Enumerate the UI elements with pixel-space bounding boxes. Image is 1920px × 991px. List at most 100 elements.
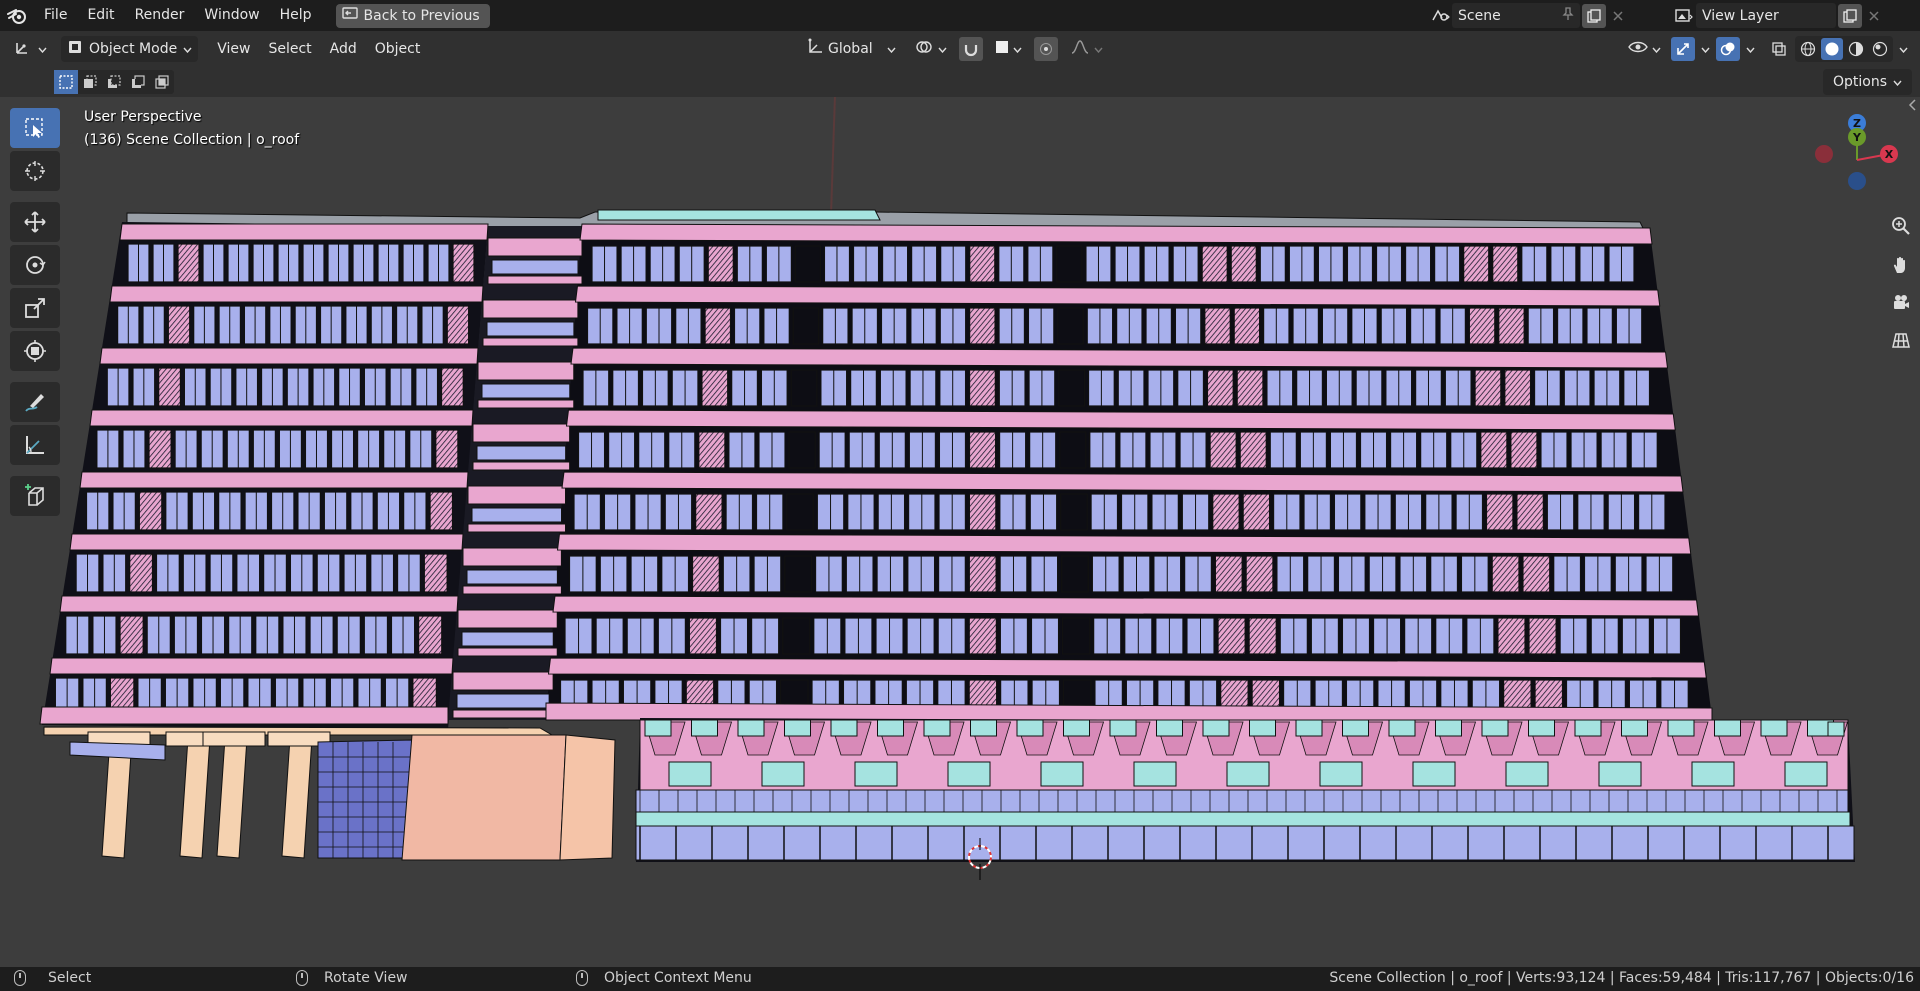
entrance-side bbox=[559, 734, 616, 861]
rendered-shading-icon[interactable] bbox=[1869, 38, 1891, 60]
chevron-down-icon bbox=[1094, 41, 1103, 57]
right-mouse-icon bbox=[576, 970, 588, 986]
status-rotate: Rotate View bbox=[296, 970, 408, 986]
select-intersect-icon[interactable] bbox=[150, 70, 174, 94]
tool-settings-bar: Options bbox=[0, 67, 1920, 97]
pin-icon[interactable] bbox=[1562, 6, 1574, 25]
select-extend-icon[interactable] bbox=[78, 70, 102, 94]
back-screen-icon bbox=[341, 6, 358, 25]
podium-group bbox=[635, 719, 1855, 861]
back-to-previous-button[interactable]: Back to Previous bbox=[335, 3, 490, 28]
shading-mode-group bbox=[1795, 36, 1893, 62]
menu-window[interactable]: Window bbox=[194, 0, 269, 31]
wireframe-shading-icon[interactable] bbox=[1797, 38, 1819, 60]
editor-type-dropdown[interactable] bbox=[8, 36, 53, 62]
snap-increment-icon bbox=[995, 40, 1009, 58]
rotate-tool-icon[interactable] bbox=[10, 245, 60, 285]
camera-view-icon[interactable] bbox=[1886, 288, 1916, 318]
status-select: Select bbox=[14, 970, 91, 986]
scale-tool-icon[interactable] bbox=[10, 288, 60, 328]
menu-file[interactable]: File bbox=[34, 0, 77, 31]
shading-dropdown[interactable] bbox=[1897, 36, 1910, 62]
new-view-layer-icon[interactable] bbox=[1838, 3, 1862, 28]
navigation-gizmo[interactable]: Z Y X bbox=[1810, 109, 1920, 209]
middle-mouse-icon bbox=[296, 970, 308, 986]
object-mode-label: Object Mode bbox=[89, 41, 178, 57]
blender-logo-icon[interactable] bbox=[0, 0, 34, 31]
select-subtract-icon[interactable] bbox=[102, 70, 126, 94]
delete-scene-icon[interactable] bbox=[1606, 4, 1630, 28]
3d-viewport[interactable]: User Perspective (136) Scene Collection … bbox=[0, 97, 1920, 967]
menu-help[interactable]: Help bbox=[270, 0, 322, 31]
scene-name-field[interactable]: Scene bbox=[1452, 3, 1580, 28]
left-toolbar bbox=[10, 108, 62, 519]
scene-selector: Scene bbox=[1428, 3, 1630, 28]
menu-render[interactable]: Render bbox=[125, 0, 195, 31]
gizmo-dropdown[interactable] bbox=[1699, 36, 1712, 62]
new-scene-icon[interactable] bbox=[1582, 3, 1606, 28]
snap-target-dropdown[interactable] bbox=[989, 36, 1028, 62]
sidebar-toggle-icon[interactable] bbox=[1908, 99, 1918, 115]
svg-text:Z: Z bbox=[1853, 117, 1861, 130]
orientation-icon bbox=[806, 38, 824, 60]
perspective-label: User Perspective bbox=[84, 109, 202, 125]
menu-view[interactable]: View bbox=[208, 41, 259, 57]
neg-z-axis-icon bbox=[1848, 172, 1866, 190]
snap-magnet-icon[interactable] bbox=[958, 37, 983, 61]
svg-text:Y: Y bbox=[1852, 131, 1862, 144]
neg-x-axis-icon bbox=[1815, 145, 1833, 163]
scene-data-icon[interactable] bbox=[1428, 4, 1452, 28]
status-bar: Select Rotate View Object Context Menu S… bbox=[0, 967, 1920, 991]
view-layer-icon[interactable] bbox=[1672, 4, 1696, 28]
solid-shading-icon[interactable] bbox=[1821, 38, 1843, 60]
roof-teal-strip bbox=[597, 209, 881, 221]
proportional-falloff-dropdown[interactable] bbox=[1064, 36, 1109, 62]
svg-text:X: X bbox=[1885, 148, 1894, 161]
chevron-down-icon bbox=[1893, 74, 1902, 90]
scene-name: Scene bbox=[1458, 7, 1501, 24]
options-dropdown[interactable]: Options bbox=[1822, 69, 1912, 95]
menu-add[interactable]: Add bbox=[321, 41, 366, 57]
overlays-dropdown[interactable] bbox=[1744, 36, 1757, 62]
pivot-point-dropdown[interactable] bbox=[908, 36, 953, 62]
view-layer-name-field[interactable]: View Layer bbox=[1696, 3, 1836, 28]
transform-tool-icon[interactable] bbox=[10, 331, 60, 371]
select-box-tool-icon[interactable] bbox=[10, 108, 60, 148]
3d-viewport-icon bbox=[14, 38, 34, 60]
zoom-icon[interactable] bbox=[1886, 211, 1916, 241]
left-mouse-icon bbox=[14, 970, 26, 986]
lobby-glass bbox=[69, 741, 166, 761]
orthographic-grid-icon[interactable] bbox=[1886, 326, 1916, 356]
object-mode-icon bbox=[67, 39, 83, 59]
chevron-down-icon bbox=[38, 41, 47, 57]
object-mode-dropdown[interactable]: Object Mode bbox=[61, 36, 199, 62]
chevron-down-icon bbox=[1899, 41, 1908, 57]
add-cube-tool-icon[interactable] bbox=[10, 476, 60, 516]
back-to-previous-label: Back to Previous bbox=[363, 7, 480, 24]
material-preview-icon[interactable] bbox=[1845, 38, 1867, 60]
selection-mode-group bbox=[54, 70, 174, 94]
chevron-down-icon bbox=[1701, 41, 1710, 57]
proportional-editing-icon[interactable] bbox=[1033, 37, 1058, 61]
menu-select[interactable]: Select bbox=[259, 41, 320, 57]
transform-tools: Global bbox=[800, 35, 1109, 63]
xray-toggle-icon[interactable] bbox=[1767, 37, 1791, 61]
cursor-tool-icon[interactable] bbox=[10, 151, 60, 191]
eye-icon bbox=[1628, 40, 1648, 58]
annotate-tool-icon[interactable] bbox=[10, 382, 60, 422]
select-new-icon[interactable] bbox=[54, 70, 78, 94]
measure-tool-icon[interactable] bbox=[10, 425, 60, 465]
pan-hand-icon[interactable] bbox=[1886, 250, 1916, 280]
falloff-curve-icon bbox=[1070, 39, 1090, 59]
select-difference-icon[interactable] bbox=[126, 70, 150, 94]
menu-object[interactable]: Object bbox=[366, 41, 430, 57]
gizmo-toggle-icon[interactable] bbox=[1671, 37, 1695, 61]
entrance-block bbox=[401, 734, 567, 861]
pivot-icon bbox=[914, 38, 934, 60]
overlays-toggle-icon[interactable] bbox=[1716, 37, 1740, 61]
transform-orientation-dropdown[interactable]: Global bbox=[800, 36, 902, 62]
delete-view-layer-icon[interactable] bbox=[1862, 4, 1886, 28]
move-tool-icon[interactable] bbox=[10, 202, 60, 242]
visibility-dropdown[interactable] bbox=[1622, 36, 1667, 62]
menu-edit[interactable]: Edit bbox=[77, 0, 124, 31]
